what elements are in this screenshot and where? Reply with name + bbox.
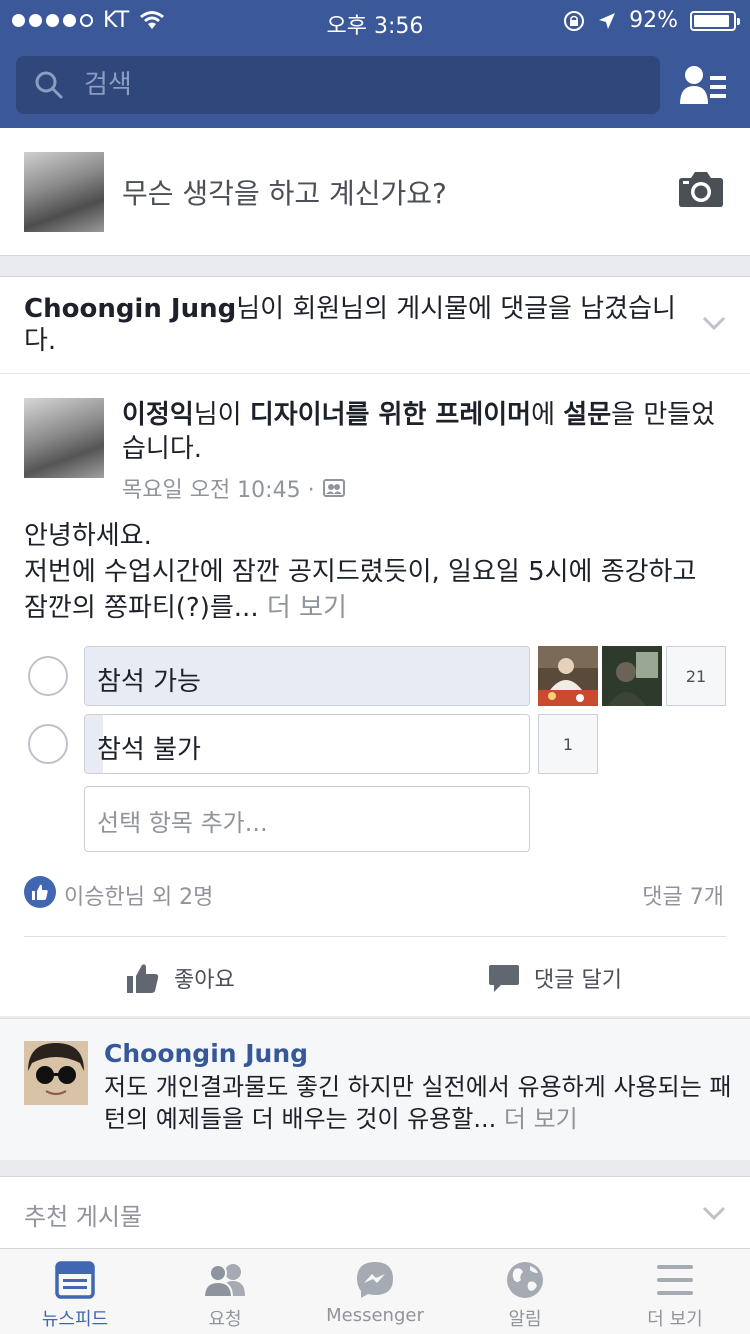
like-label: 좋아요 (174, 968, 235, 993)
menu-icon (657, 1265, 693, 1295)
comment-bubble-icon (489, 965, 519, 992)
post-header: 이정익님이 디자이너를 위한 프레이머에 설문을 만들었습니다. (122, 398, 732, 466)
like-button[interactable]: 좋아요 (126, 954, 235, 1002)
tab-label: 요청 (208, 1309, 242, 1330)
chevron-down-icon[interactable] (702, 315, 726, 331)
voter-avatar[interactable] (538, 646, 598, 706)
post-body: 안녕하세요. 저번에 수업시간에 잠깐 공지드렸듯이, 일요일 5시에 종강하고… (24, 518, 724, 626)
divider (24, 936, 726, 937)
tab-more[interactable]: 더 보기 (600, 1259, 750, 1334)
voter-photo (602, 646, 662, 706)
tab-requests[interactable]: 요청 (150, 1259, 300, 1334)
poll-option-button[interactable]: 참석 불가 (84, 714, 530, 774)
top-bar: KT 오후 3:56 92% (0, 0, 750, 128)
post-header-text: 님이 (193, 400, 250, 430)
friends-list-icon (680, 66, 726, 104)
search-bar[interactable] (16, 56, 660, 114)
camera-button[interactable] (678, 170, 724, 212)
tab-label: Messenger (326, 1305, 424, 1326)
vote-count[interactable]: 21 (666, 646, 726, 706)
comment-body: 저도 개인결과물도 좋긴 하지만 실전에서 유용하게 사용되는 패턴의 예제들을… (104, 1073, 732, 1133)
likers-text[interactable]: 이승한님 외 2명 (64, 879, 213, 911)
poll-option-label: 참석 가능 (97, 667, 201, 697)
post-body-line: 안녕하세요. (24, 521, 152, 551)
author-avatar[interactable] (24, 398, 104, 478)
newsfeed-icon (55, 1261, 95, 1299)
poll-add-row: 선택 항목 추가... (24, 786, 724, 852)
notification-text: Choongin Jung님이 회원님의 게시물에 댓글을 남겼습니다. (24, 293, 684, 357)
post-header-text: 에 (531, 400, 564, 430)
comment-notification[interactable]: Choongin Jung님이 회원님의 게시물에 댓글을 남겼습니다. (0, 276, 750, 374)
poll-radio[interactable] (28, 724, 68, 764)
post-group[interactable]: 디자이너를 위한 프레이머 (250, 400, 531, 430)
suggested-posts-header[interactable]: 추천 게시물 (0, 1176, 750, 1248)
comment-preview[interactable]: Choongin Jung 저도 개인결과물도 좋긴 하지만 실전에서 유용하게… (0, 1018, 750, 1160)
poll-option: 참석 가능 21 (24, 646, 726, 706)
battery-icon (690, 10, 740, 31)
notification-actor[interactable]: Choongin Jung (24, 294, 236, 324)
comment-label: 댓글 달기 (534, 968, 622, 993)
composer-prompt[interactable]: 무슨 생각을 하고 계신가요? (122, 172, 447, 212)
add-option-placeholder: 선택 항목 추가... (97, 809, 268, 837)
commenter-photo (24, 1041, 88, 1105)
messenger-icon (357, 1262, 393, 1298)
tab-notifications[interactable]: 알림 (450, 1259, 600, 1334)
tab-label: 뉴스피드 (41, 1309, 109, 1330)
post-timestamp[interactable]: 목요일 오전 10:45 · (122, 472, 315, 504)
comment-count[interactable]: 댓글 7개 (642, 879, 724, 911)
poll-option: 참석 불가 1 (24, 714, 724, 774)
camera-icon (679, 172, 723, 207)
friend-requests-icon (202, 1264, 245, 1298)
globe-icon (507, 1262, 543, 1298)
commenter-avatar[interactable] (24, 1041, 88, 1105)
battery-fill (694, 14, 729, 27)
comment-button[interactable]: 댓글 달기 (488, 954, 622, 1002)
add-poll-option-input[interactable]: 선택 항목 추가... (84, 786, 530, 852)
battery-percent: 92% (629, 8, 678, 33)
commenter-name[interactable]: Choongin Jung (104, 1039, 308, 1068)
status-bar: KT 오후 3:56 92% (0, 0, 750, 40)
bottom-tab-bar: 뉴스피드 요청 Messenger 알림 더 보기 (0, 1248, 750, 1334)
suggested-posts-label: 추천 게시물 (24, 1203, 143, 1231)
poll-option-label: 참석 불가 (97, 735, 201, 765)
status-right: 92% (563, 8, 740, 33)
post-card: 이정익님이 디자이너를 위한 프레이머에 설문을 만들었습니다. 목요일 오전 … (0, 374, 750, 1016)
tab-label: 알림 (508, 1309, 542, 1330)
tab-label: 더 보기 (647, 1309, 703, 1330)
location-arrow-icon (599, 12, 616, 29)
post-meta: 목요일 오전 10:45 · (122, 472, 345, 504)
voter-photo (538, 646, 598, 706)
see-more-link[interactable]: 더 보기 (267, 593, 347, 623)
vote-count[interactable]: 1 (538, 714, 598, 774)
thumbs-up-icon (127, 964, 159, 993)
reactions-bar: 이승한님 외 2명 댓글 7개 (24, 874, 724, 914)
user-avatar (24, 152, 104, 232)
chevron-down-icon[interactable] (702, 1205, 726, 1221)
comment-text: 저도 개인결과물도 좋긴 하지만 실전에서 유용하게 사용되는 패턴의 예제들을… (104, 1071, 734, 1135)
status-composer[interactable]: 무슨 생각을 하고 계신가요? (0, 128, 750, 256)
voter-avatar[interactable] (602, 646, 662, 706)
search-icon (35, 71, 63, 99)
friend-list-button[interactable] (676, 60, 732, 110)
see-more-link[interactable]: 더 보기 (504, 1105, 578, 1133)
poll-radio[interactable] (28, 656, 68, 696)
search-input[interactable] (84, 70, 604, 100)
tab-messenger[interactable]: Messenger (300, 1259, 450, 1334)
post-body-line: 저번에 수업시간에 잠깐 공지드렸듯이, 일요일 5시에 종강하고 잠깐의 쫑파… (24, 557, 697, 623)
rotation-lock-icon (564, 10, 585, 31)
group-audience-icon (322, 479, 345, 497)
post-object[interactable]: 설문 (563, 400, 611, 430)
poll-option-button[interactable]: 참석 가능 (84, 646, 530, 706)
post-author[interactable]: 이정익 (122, 400, 194, 430)
like-reaction-icon (24, 876, 56, 908)
tab-newsfeed[interactable]: 뉴스피드 (0, 1259, 150, 1334)
